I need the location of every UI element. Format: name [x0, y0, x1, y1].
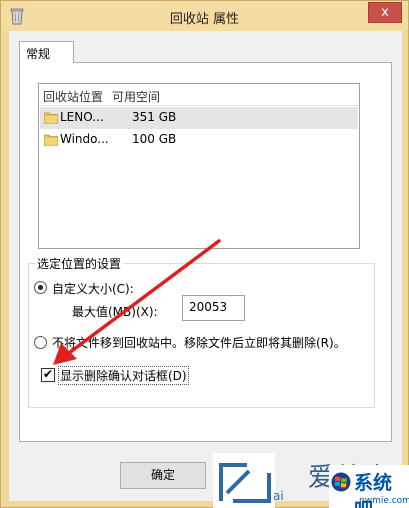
general-tab-panel: 回收站位置 可用空间 LENO... 351 GB Windo... 100 G… — [19, 62, 392, 442]
column-header-free-space[interactable]: 可用空间 — [112, 88, 160, 105]
ok-button[interactable]: 确定 — [120, 462, 206, 489]
location-name: LENO... — [60, 110, 104, 124]
list-header: 回收站位置 可用空间 — [39, 84, 359, 106]
drive-folder-icon — [44, 134, 58, 146]
max-size-input[interactable]: 20053 — [182, 295, 245, 321]
custom-size-radio[interactable] — [34, 281, 47, 294]
window-title: 回收站 属性 — [169, 12, 240, 27]
free-space-value: 100 GB — [132, 132, 177, 146]
watermark-logo-icon — [219, 463, 271, 503]
windows-logo-icon — [331, 472, 351, 492]
location-settings-group: 选定位置的设置 自定义大小(C): 最大值(MB)(X): 20053 不将文件… — [28, 255, 375, 408]
watermark-url: nwmie.com — [359, 496, 409, 506]
no-move-radio[interactable] — [34, 336, 47, 349]
dialog-client-area: 常规 回收站位置 可用空间 LENO... 351 GB Windo... 10… — [9, 31, 402, 501]
properties-window: 回收站 属性 x 常规 回收站位置 可用空间 LENO... 351 GB Wi… — [0, 0, 409, 508]
list-item[interactable]: LENO... 351 GB — [40, 107, 358, 129]
close-button[interactable]: x — [368, 2, 402, 23]
column-header-location[interactable]: 回收站位置 — [43, 88, 103, 105]
drive-folder-icon — [44, 112, 58, 124]
confirm-delete-checkbox[interactable]: ✔ — [41, 368, 55, 382]
watermark-logo — [213, 453, 275, 508]
list-item[interactable]: Windo... 100 GB — [40, 129, 358, 151]
recycle-location-list[interactable]: 回收站位置 可用空间 LENO... 351 GB Windo... 100 G… — [38, 83, 360, 249]
no-move-label[interactable]: 不将文件移到回收站中。移除文件后立即将其删除(R)。 — [52, 334, 346, 351]
watermark: 爱纯净 ai 系统吧 nwmie.com — [213, 453, 409, 508]
custom-size-label[interactable]: 自定义大小(C): — [52, 280, 134, 297]
title-bar[interactable]: 回收站 属性 x — [1, 1, 408, 31]
free-space-value: 351 GB — [132, 110, 177, 124]
confirm-delete-label[interactable]: 显示删除确认对话框(D) — [58, 366, 189, 385]
tab-general[interactable]: 常规 — [19, 41, 74, 63]
watermark-ai-text: ai — [273, 489, 284, 503]
group-label: 选定位置的设置 — [35, 255, 124, 272]
location-name: Windo... — [60, 132, 109, 146]
max-value-label: 最大值(MB)(X): — [72, 305, 158, 319]
